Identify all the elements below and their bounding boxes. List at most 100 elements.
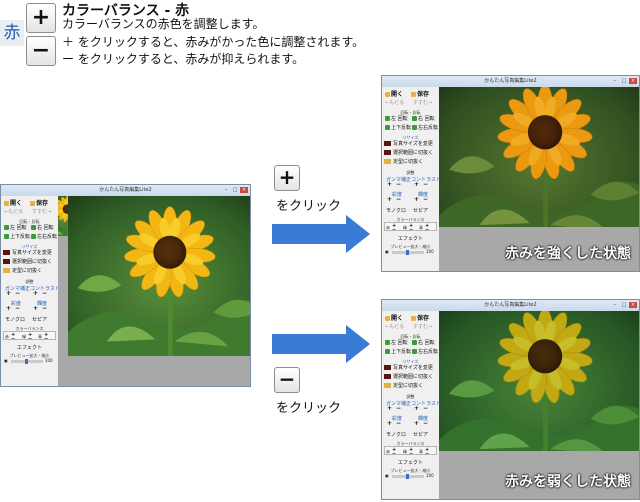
zoom-slider-thumb[interactable]	[25, 359, 28, 364]
close-icon[interactable]: ×	[629, 78, 637, 84]
monochrome-button[interactable]: モノクロ	[5, 316, 25, 323]
flip-vertical-button[interactable]: 上下反転	[385, 125, 411, 133]
minimize-icon[interactable]: –	[222, 187, 230, 193]
window-titlebar[interactable]: かんたん写真編集Lite2 – □ ×	[382, 300, 639, 311]
brightness-plus-button[interactable]: +	[414, 197, 419, 203]
zoom-slider-thumb[interactable]	[406, 474, 409, 479]
zoom-slider[interactable]	[392, 474, 424, 479]
resize-button[interactable]: 写真サイズを変更	[384, 141, 437, 148]
crop-selection-button[interactable]: 選択範囲に切抜く	[3, 259, 56, 266]
image-viewer[interactable]: 赤みを弱くした状態	[439, 311, 639, 499]
brightness-minus-button[interactable]: −	[42, 306, 47, 312]
fixed-crop-button[interactable]: 定型に切抜く	[3, 268, 56, 275]
contrast-plus-button[interactable]: +	[414, 182, 419, 188]
red-minus-button[interactable]: −	[11, 336, 15, 342]
gamma-plus-button[interactable]: +	[387, 406, 392, 412]
rotate-right-button[interactable]: 右 回転	[412, 340, 435, 348]
monochrome-button[interactable]: モノクロ	[386, 431, 406, 438]
plus-button[interactable]: +	[274, 165, 300, 191]
monochrome-button[interactable]: モノクロ	[386, 207, 406, 214]
resize-button[interactable]: 写真サイズを変更	[384, 365, 437, 372]
sepia-button[interactable]: セピア	[413, 207, 428, 214]
window-titlebar[interactable]: かんたん写真編集Lite2 – □ ×	[382, 76, 639, 87]
flip-vertical-button[interactable]: 上下反転	[4, 234, 30, 242]
redo-button[interactable]: すすむ→	[32, 209, 51, 217]
effect-button[interactable]: エフェクト	[1, 344, 58, 351]
gamma-plus-button[interactable]: +	[6, 291, 11, 297]
blue-minus-button[interactable]: −	[44, 336, 48, 342]
minimize-icon[interactable]: –	[611, 78, 619, 84]
flip-horizontal-button[interactable]: 左右反転	[412, 349, 438, 357]
plus-button[interactable]: +	[26, 3, 56, 33]
gamma-minus-button[interactable]: −	[15, 291, 20, 297]
rotate-left-button[interactable]: 左 回転	[4, 225, 27, 233]
image-viewer[interactable]: 赤みを強くした状態	[439, 87, 639, 271]
saturation-plus-button[interactable]: +	[387, 421, 392, 427]
brightness-plus-button[interactable]: +	[33, 306, 38, 312]
redo-button[interactable]: すすむ→	[413, 324, 432, 332]
contrast-minus-button[interactable]: −	[423, 406, 428, 412]
green-minus-button[interactable]: −	[28, 336, 32, 342]
zoom-fit-button[interactable]: ▣	[385, 473, 389, 478]
red-minus-button[interactable]: −	[392, 227, 396, 233]
effect-button[interactable]: エフェクト	[382, 459, 439, 466]
sepia-button[interactable]: セピア	[413, 431, 428, 438]
saturation-plus-button[interactable]: +	[6, 306, 11, 312]
gamma-minus-button[interactable]: −	[396, 182, 401, 188]
flip-horizontal-button[interactable]: 左右反転	[31, 234, 57, 242]
open-button[interactable]: 開く	[4, 198, 22, 207]
red-minus-button[interactable]: −	[392, 451, 396, 457]
image-viewer[interactable]	[58, 196, 250, 386]
zoom-slider[interactable]	[392, 250, 424, 255]
minus-button[interactable]: −	[274, 367, 300, 393]
fixed-crop-button[interactable]: 定型に切抜く	[384, 159, 437, 166]
contrast-minus-button[interactable]: −	[423, 182, 428, 188]
zoom-slider-thumb[interactable]	[406, 250, 409, 255]
crop-selection-button[interactable]: 選択範囲に切抜く	[384, 150, 437, 157]
flip-vertical-button[interactable]: 上下反転	[385, 349, 411, 357]
contrast-plus-button[interactable]: +	[414, 406, 419, 412]
fixed-crop-button[interactable]: 定型に切抜く	[384, 383, 437, 390]
gamma-plus-button[interactable]: +	[387, 182, 392, 188]
save-button[interactable]: 保存	[411, 89, 429, 98]
open-button[interactable]: 開く	[385, 313, 403, 322]
green-minus-button[interactable]: −	[409, 451, 413, 457]
resize-button[interactable]: 写真サイズを変更	[3, 250, 56, 257]
zoom-fit-button[interactable]: ▣	[385, 249, 389, 254]
save-button[interactable]: 保存	[30, 198, 48, 207]
green-minus-button[interactable]: −	[409, 227, 413, 233]
saturation-plus-button[interactable]: +	[387, 197, 392, 203]
contrast-minus-button[interactable]: −	[42, 291, 47, 297]
effect-button[interactable]: エフェクト	[382, 235, 439, 242]
blue-minus-button[interactable]: −	[425, 451, 429, 457]
saturation-minus-button[interactable]: −	[396, 421, 401, 427]
minimize-icon[interactable]: –	[611, 302, 619, 308]
saturation-minus-button[interactable]: −	[15, 306, 20, 312]
window-titlebar[interactable]: かんたん写真編集Lite2 – □ ×	[1, 185, 250, 196]
undo-button[interactable]: ←もどる	[4, 209, 23, 217]
maximize-icon[interactable]: □	[231, 187, 239, 193]
flip-horizontal-button[interactable]: 左右反転	[412, 125, 438, 133]
crop-selection-button[interactable]: 選択範囲に切抜く	[384, 374, 437, 381]
saturation-minus-button[interactable]: −	[396, 197, 401, 203]
brightness-plus-button[interactable]: +	[414, 421, 419, 427]
gamma-minus-button[interactable]: −	[396, 406, 401, 412]
rotate-right-button[interactable]: 右 回転	[31, 225, 54, 233]
zoom-fit-button[interactable]: ▣	[4, 358, 8, 363]
close-icon[interactable]: ×	[240, 187, 248, 193]
maximize-icon[interactable]: □	[620, 302, 628, 308]
undo-button[interactable]: ←もどる	[385, 100, 404, 108]
contrast-plus-button[interactable]: +	[33, 291, 38, 297]
save-button[interactable]: 保存	[411, 313, 429, 322]
undo-button[interactable]: ←もどる	[385, 324, 404, 332]
open-button[interactable]: 開く	[385, 89, 403, 98]
zoom-slider[interactable]	[11, 359, 43, 364]
brightness-minus-button[interactable]: −	[423, 197, 428, 203]
close-icon[interactable]: ×	[629, 302, 637, 308]
rotate-left-button[interactable]: 左 回転	[385, 340, 408, 348]
redo-button[interactable]: すすむ→	[413, 100, 432, 108]
blue-minus-button[interactable]: −	[425, 227, 429, 233]
minus-button[interactable]: −	[26, 36, 56, 66]
sepia-button[interactable]: セピア	[32, 316, 47, 323]
rotate-left-button[interactable]: 左 回転	[385, 116, 408, 124]
